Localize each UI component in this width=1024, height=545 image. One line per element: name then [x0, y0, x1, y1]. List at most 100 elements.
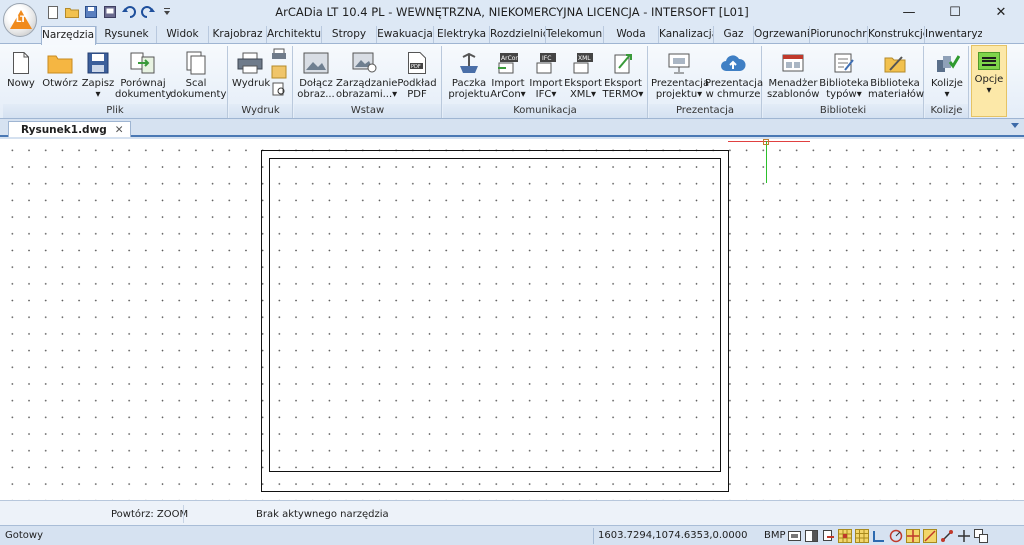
tab-konstrukcje[interactable]: Konstrukcje: [867, 26, 924, 44]
group-komunikacja: Paczka projektu ArCon Import ArCon▾ IFC …: [443, 46, 648, 118]
print-label: Wydruk: [232, 78, 271, 89]
svg-text:XML: XML: [578, 55, 591, 62]
manage-images-button[interactable]: Zarządzanie obrazami...▾: [336, 46, 397, 100]
tab-ewakuacja[interactable]: Ewakuacja: [376, 26, 433, 44]
command-line[interactable]: Powtórz: ZOOM Brak aktywnego narzędzia: [0, 500, 1024, 525]
display-mode-icon[interactable]: [787, 528, 801, 543]
tab-rysunek[interactable]: Rysunek: [96, 26, 156, 44]
group-wstaw: Dołącz obraz... Zarządzanie obrazami...▾…: [294, 46, 442, 118]
export-xml-icon: XML: [569, 50, 597, 76]
object-tracking-icon[interactable]: [923, 528, 937, 543]
tab-ogrzewanie[interactable]: Ogrzewanie: [753, 26, 809, 44]
new-button[interactable]: Nowy: [6, 46, 36, 89]
project-package-button[interactable]: Paczka projektu: [447, 46, 491, 100]
compare-documents-button[interactable]: Porównaj dokumenty: [115, 46, 171, 100]
cloud-presentation-button[interactable]: Prezentacja w chmurze: [705, 46, 764, 100]
snap-to-object-icon[interactable]: [821, 528, 835, 543]
pdf-icon: PDF: [403, 50, 431, 76]
print-button[interactable]: Wydruk: [232, 46, 271, 89]
import-arcon-button[interactable]: ArCon Import ArCon▾: [489, 46, 527, 100]
grid-display-icon[interactable]: [855, 528, 869, 543]
group-prezentacja: Prezentacja projektu▾ Prezentacja w chmu…: [649, 46, 764, 118]
attach-image-button[interactable]: Dołącz obraz...: [296, 46, 336, 100]
save-button[interactable]: Zapisz ▾: [81, 46, 115, 100]
template-manager-label: Menadżer szablonów: [767, 78, 820, 100]
type-library-button[interactable]: Biblioteka typów▾: [818, 46, 870, 100]
cloud-presentation-label: Prezentacja w chmurze: [705, 78, 764, 100]
compare-documents-label: Porównaj dokumenty: [115, 78, 172, 100]
tab-inwentaryzacja[interactable]: Inwentaryza: [924, 26, 982, 44]
close-document-icon[interactable]: ✕: [115, 123, 124, 137]
tab-kanalizacja[interactable]: Kanalizacja: [658, 26, 713, 44]
tab-rozdzielnice[interactable]: Rozdzielnic: [489, 26, 545, 44]
tab-narzedzia-glowne[interactable]: Narzędzia g: [41, 26, 96, 45]
tab-widok[interactable]: Widok: [156, 26, 208, 44]
layout-toggle-icon[interactable]: [974, 528, 988, 543]
object-snap-icon[interactable]: [906, 528, 920, 543]
new-document-icon: [7, 50, 35, 76]
group-label-biblioteki: Biblioteki: [763, 104, 923, 118]
tab-telekomunikacja[interactable]: Telekomunil: [545, 26, 603, 44]
repeat-command-label[interactable]: Powtórz: ZOOM: [111, 509, 188, 520]
save-label: Zapisz ▾: [81, 78, 115, 100]
export-xml-button[interactable]: XML Eksport XML▾: [563, 46, 603, 100]
merge-documents-icon: [182, 50, 210, 76]
pdf-underlay-button[interactable]: PDF Podkład PDF: [396, 46, 438, 100]
ucs-y-axis: [766, 141, 767, 183]
ready-status: Gotowy: [5, 530, 44, 541]
window-icon[interactable]: [804, 528, 818, 543]
tab-list-dropdown-icon[interactable]: [1011, 123, 1019, 128]
quick-print-icon[interactable]: [269, 48, 289, 65]
project-presentation-button[interactable]: Prezentacja projektu▾: [651, 46, 709, 100]
tab-woda[interactable]: Woda: [603, 26, 658, 44]
print-small-buttons: [269, 46, 289, 99]
grid-snap-icon[interactable]: [838, 528, 852, 543]
export-termo-icon: [609, 50, 637, 76]
tab-krajobraz[interactable]: Krajobraz: [208, 26, 266, 44]
open-button[interactable]: Otwórz: [41, 46, 79, 89]
dynamic-input-icon[interactable]: [940, 528, 954, 543]
page-setup-icon[interactable]: [269, 65, 289, 82]
template-manager-button[interactable]: Menadżer szablonów: [767, 46, 819, 100]
crosshair-icon[interactable]: [957, 528, 971, 543]
tab-architektura[interactable]: Architektura: [266, 26, 321, 44]
material-library-button[interactable]: Biblioteka materiałów: [868, 46, 924, 100]
import-ifc-icon: IFC: [532, 50, 560, 76]
ribbon-tab-bar: Narzędzia g Rysunek Widok Krajobraz Arch…: [0, 24, 1024, 45]
collisions-button[interactable]: Kolizje ▾: [927, 46, 967, 100]
minimize-button[interactable]: —: [886, 0, 932, 24]
package-icon: [455, 50, 483, 76]
material-library-icon: [881, 50, 909, 76]
collisions-icon: [933, 50, 961, 76]
bmp-toggle[interactable]: BMP: [764, 530, 786, 541]
group-biblioteki: Menadżer szablonów Biblioteka typów▾ Bib…: [763, 46, 924, 118]
template-manager-icon: [779, 50, 807, 76]
open-folder-icon: [46, 50, 74, 76]
options-button[interactable]: Opcje ▾: [971, 45, 1007, 117]
document-tab-bar: Rysunek1.dwg ✕: [0, 120, 1024, 137]
type-library-label: Biblioteka typów▾: [819, 78, 869, 100]
drawing-canvas[interactable]: [0, 139, 1024, 500]
tab-stropy[interactable]: Stropy: [321, 26, 376, 44]
group-kolizje: Kolizje ▾ Kolizje: [925, 46, 969, 118]
document-tab[interactable]: Rysunek1.dwg ✕: [8, 121, 131, 137]
cursor-coordinates: 1603.7294,1074.6353,0.0000: [598, 530, 748, 541]
print-preview-small-icon[interactable]: [269, 82, 289, 99]
tab-gaz[interactable]: Gaz: [713, 26, 753, 44]
maximize-button[interactable]: ☐: [932, 0, 978, 24]
merge-documents-button[interactable]: Scal dokumenty: [170, 46, 226, 100]
options-label: Opcje ▾: [974, 74, 1004, 96]
tab-elektryka[interactable]: Elektryka: [433, 26, 489, 44]
app-menu-button[interactable]: LT: [3, 3, 37, 37]
collisions-label: Kolizje ▾: [931, 78, 963, 100]
group-label-prezentacja: Prezentacja: [649, 104, 761, 118]
status-toggles: [787, 528, 988, 543]
close-button[interactable]: ✕: [978, 0, 1024, 24]
polar-tracking-icon[interactable]: [889, 528, 903, 543]
cloud-upload-icon: [719, 50, 747, 76]
ortho-icon[interactable]: [872, 528, 886, 543]
svg-text:ArCon: ArCon: [501, 55, 519, 62]
export-termo-button[interactable]: Eksport TERMO▾: [601, 46, 645, 100]
tab-piorunochrony[interactable]: Piorunochr: [809, 26, 867, 44]
import-ifc-button[interactable]: IFC Import IFC▾: [527, 46, 565, 100]
